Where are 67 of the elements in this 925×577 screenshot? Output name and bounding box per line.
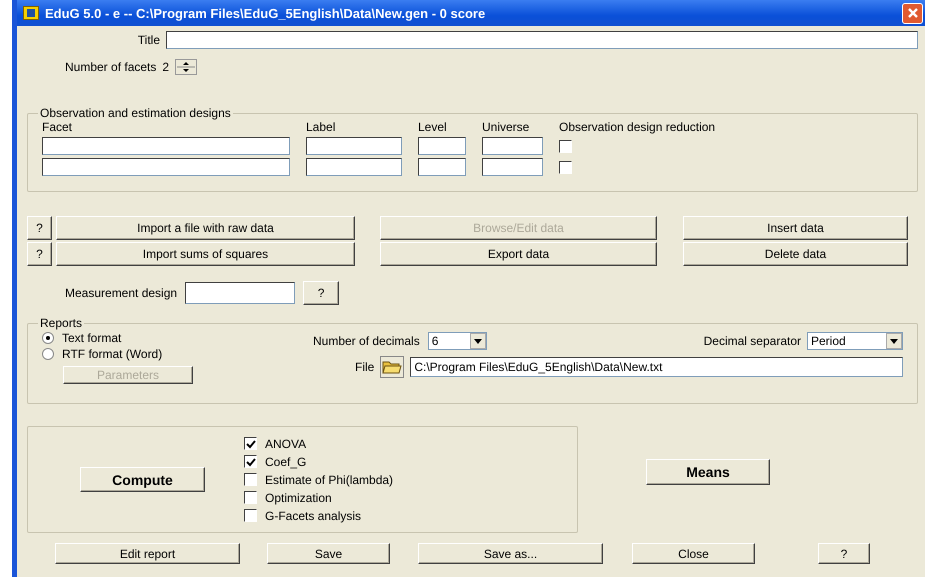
title-label: Title <box>136 33 160 47</box>
file-path-field[interactable]: C:\Program Files\EduG_5English\Data\New.txt <box>410 357 903 377</box>
close-icon <box>906 7 918 19</box>
action-button[interactable]: Delete data <box>683 242 908 266</box>
checkbox[interactable] <box>244 509 257 522</box>
input-field[interactable] <box>482 158 543 176</box>
radio-label: Text format <box>62 331 122 345</box>
action-button[interactable]: Insert data <box>683 216 908 240</box>
window-title: EduG 5.0 - e -- C:\Program Files\EduG_5English\Data\New.gen - 0 score <box>45 6 486 20</box>
separator-label: Decimal separator <box>704 334 801 348</box>
facets-label: Number of facets <box>65 60 156 74</box>
checkbox[interactable] <box>244 437 257 450</box>
footer-button[interactable]: Edit report <box>55 543 240 564</box>
means-button[interactable]: Means <box>646 458 770 484</box>
group-title: Observation and estimation designs <box>39 106 232 120</box>
action-button[interactable]: Import a file with raw data <box>56 216 355 240</box>
measurement-label: Measurement design <box>65 286 178 300</box>
radio-button[interactable] <box>42 348 54 360</box>
close-button[interactable] <box>902 2 923 24</box>
radio-label: RTF format (Word) <box>62 347 162 361</box>
file-label: File <box>355 360 374 374</box>
decimals-dropdown[interactable]: 6 <box>428 332 487 350</box>
column-header: Label <box>306 120 336 134</box>
column-header: Observation design reduction <box>559 120 716 134</box>
input-field[interactable] <box>418 158 466 176</box>
app-icon <box>23 6 39 20</box>
option-label: ANOVA <box>265 436 306 450</box>
footer-button[interactable]: Save <box>267 543 390 564</box>
help-button[interactable]: ? <box>27 242 52 266</box>
column-header: Level <box>418 120 448 134</box>
column-header: Universe <box>482 120 530 134</box>
facets-spinner[interactable] <box>175 59 198 75</box>
help-button[interactable]: ? <box>303 281 340 305</box>
input-field[interactable] <box>42 137 290 155</box>
measurement-field[interactable] <box>185 282 296 304</box>
compute-button[interactable]: Compute <box>80 467 205 492</box>
option-label: Coef_G <box>265 454 306 468</box>
checkbox[interactable] <box>244 473 257 486</box>
option-label: Estimate of Phi(lambda) <box>265 472 394 486</box>
column-header: Facet <box>42 120 74 134</box>
help-button[interactable]: ? <box>27 216 52 240</box>
option-label: Optimization <box>265 490 332 504</box>
footer-button[interactable]: ? <box>818 543 870 564</box>
separator-dropdown[interactable]: Period <box>807 332 903 350</box>
dropdown-arrow-icon <box>890 338 898 344</box>
folder-icon <box>382 359 402 375</box>
browse-button[interactable] <box>380 356 404 378</box>
dropdown-arrow-icon <box>474 338 482 344</box>
footer-button[interactable]: Close <box>632 543 755 564</box>
option-label: G-Facets analysis <box>265 508 362 522</box>
group-title: Reports <box>39 316 84 330</box>
input-field[interactable] <box>306 158 402 176</box>
input-field[interactable] <box>418 137 466 155</box>
title-field[interactable] <box>166 31 918 49</box>
input-field[interactable] <box>482 137 543 155</box>
checkbox[interactable] <box>244 455 257 468</box>
decimals-label: Number of decimals <box>313 334 420 348</box>
checkbox[interactable] <box>244 491 257 504</box>
checkbox[interactable] <box>559 160 572 174</box>
checkbox[interactable] <box>559 140 572 152</box>
action-button[interactable]: Export data <box>380 242 657 266</box>
footer-button[interactable]: Save as... <box>418 543 603 564</box>
action-button[interactable]: Import sums of squares <box>56 242 355 266</box>
input-field[interactable] <box>306 137 402 155</box>
input-field[interactable] <box>42 158 290 176</box>
radio-button[interactable] <box>42 332 54 344</box>
facets-value: 2 <box>162 60 170 74</box>
